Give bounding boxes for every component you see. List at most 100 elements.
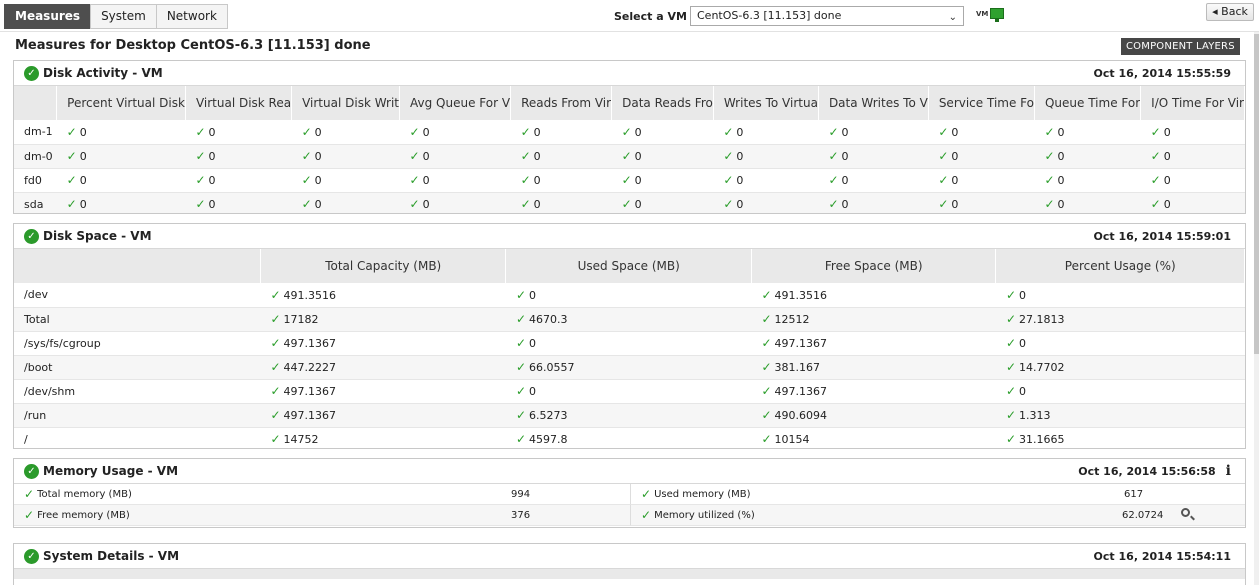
table-cell: ✓ 0 (510, 168, 612, 193)
table-row: /dev ✓ 491.3516 ✓ 0 ✓ 491.3516 ✓ 0 (14, 283, 1245, 308)
check-icon: ✓ (828, 197, 839, 211)
column-header[interactable]: Percent Virtual Disk (56, 86, 186, 120)
cell-value: 0 (79, 174, 87, 187)
check-icon: ✓ (828, 149, 839, 163)
cell-value: 27.1813 (1019, 313, 1065, 326)
table-cell: ✓ 0 (928, 192, 1035, 213)
check-icon: ✓ (270, 360, 281, 374)
scrollbar-thumb[interactable] (1254, 34, 1259, 354)
top-toolbar: Measures System Network Select a VM Cent… (0, 0, 1259, 32)
check-icon: ✓ (641, 487, 652, 501)
column-header[interactable]: Service Time Fo (928, 86, 1035, 120)
table-cell: ✓ 0 (818, 192, 929, 213)
cell-value: 0 (951, 125, 959, 139)
row-name: dm-0 (14, 144, 57, 169)
check-icon: ✓ (1005, 336, 1017, 350)
cell-value: 0 (634, 150, 642, 163)
table-cell: ✓ 0 (399, 120, 511, 145)
memory-usage-panel: ✓ Memory Usage - VM Oct 16, 2014 15:56:5… (13, 458, 1246, 528)
cell-value: 491.3516 (774, 288, 828, 302)
table-cell: ✓ 497.1367 (751, 331, 996, 356)
cell-value: 0 (314, 174, 322, 187)
cell-value: 497.1367 (283, 337, 337, 350)
cell-value: 14752 (283, 433, 319, 446)
cell-value: 0 (1163, 174, 1171, 187)
column-header[interactable]: Writes To Virtua (713, 86, 819, 120)
check-circle-icon: ✓ (24, 228, 39, 244)
column-header[interactable]: Virtual Disk Rea (185, 86, 293, 120)
column-header[interactable]: Data Writes To V (818, 86, 929, 120)
table-cell: ✓ 0 (1140, 168, 1245, 193)
magnifier-icon[interactable] (1181, 508, 1190, 517)
column-header[interactable]: Virtual Disk Writ (291, 86, 401, 120)
column-header[interactable]: Reads From Vir (510, 86, 613, 120)
table-cell: ✓ 0 (713, 120, 819, 145)
cell-value: 497.1367 (774, 385, 828, 398)
vm-select-dropdown[interactable]: CentOS-6.3 [11.153] done ⌄ (690, 6, 964, 26)
cell-value: 0 (533, 150, 541, 163)
column-header[interactable]: Free Space (MB) (751, 249, 997, 283)
check-icon: ✓ (1005, 432, 1017, 446)
cell-value: 0 (634, 174, 642, 187)
check-icon: ✓ (409, 124, 420, 139)
back-button[interactable]: ◂ Back (1206, 3, 1254, 21)
table-cell: ✓ 0 (818, 168, 929, 193)
table-cell: ✓ 0 (291, 168, 400, 193)
tab-system[interactable]: System (90, 4, 157, 29)
check-icon: ✓ (938, 197, 949, 211)
cell-value: 0 (736, 174, 744, 187)
component-layers-button[interactable]: COMPONENT LAYERS (1121, 38, 1240, 55)
cell-value: 0 (529, 288, 537, 302)
check-icon: ✓ (24, 508, 35, 522)
column-header[interactable]: Queue Time For (1034, 86, 1142, 120)
column-header[interactable]: Data Reads Fro (611, 86, 714, 120)
check-icon: ✓ (723, 124, 734, 139)
vm-monitor-button[interactable]: VM (976, 8, 1005, 22)
row-name: /run (14, 403, 261, 428)
check-icon: ✓ (515, 287, 527, 302)
check-circle-icon: ✓ (24, 65, 39, 81)
check-icon: ✓ (195, 149, 206, 163)
panel-timestamp: Oct 16, 2014 15:55:59 (1093, 66, 1231, 80)
table-row: dm-1 ✓ 0 ✓ 0 ✓ 0 ✓ 0 ✓ 0 ✓ 0 ✓ 0 ✓ 0 ✓ 0 ✓ 0 ✓ 0 (14, 120, 1245, 145)
check-icon: ✓ (1150, 124, 1161, 139)
metric-label: Memory utilized (%) (654, 509, 755, 521)
column-header[interactable]: Avg Queue For V (399, 86, 512, 120)
cell-value: 491.3516 (283, 288, 337, 302)
table-cell: ✓ 0 (1034, 192, 1141, 213)
table-cell: ✓ 0 (995, 379, 1245, 404)
check-icon: ✓ (621, 124, 632, 139)
info-icon[interactable]: i (1226, 459, 1231, 484)
table-cell: ✓ 0 (1034, 168, 1141, 193)
column-header[interactable]: Used Space (MB) (505, 249, 752, 283)
panel-header: ✓ Memory Usage - VM Oct 16, 2014 15:56:5… (14, 459, 1245, 484)
table-cell: ✓ 0 (510, 144, 612, 169)
check-icon: ✓ (515, 312, 527, 326)
table-cell: ✓ 0 (818, 144, 929, 169)
panel-title: Disk Space - VM (43, 228, 152, 243)
column-header[interactable]: Total Capacity (MB) (260, 249, 507, 283)
table-cell: ✓ 0 (1034, 120, 1141, 145)
row-name: /sys/fs/cgroup (14, 331, 261, 356)
table-cell: ✓ 0 (611, 120, 714, 145)
check-icon: ✓ (828, 173, 839, 187)
column-header[interactable]: Percent Usage (%) (995, 249, 1245, 283)
tab-network[interactable]: Network (155, 4, 228, 29)
metric-value: 617 (1124, 488, 1144, 500)
vertical-scrollbar[interactable] (1254, 32, 1259, 585)
check-icon: ✓ (409, 197, 420, 211)
tab-measures[interactable]: Measures (4, 4, 92, 29)
cell-value: 4670.3 (529, 313, 568, 326)
check-icon: ✓ (270, 336, 281, 350)
cell-value: 0 (529, 385, 537, 398)
table-cell: ✓ 0 (611, 168, 714, 193)
cell-value: 0 (1019, 385, 1027, 398)
cell-value: 0 (422, 174, 430, 187)
memory-metric-used: ✓ Used memory (MB) 617 (630, 484, 1245, 505)
row-name: /dev (14, 283, 261, 308)
check-icon: ✓ (761, 287, 772, 302)
cell-value: 0 (422, 125, 430, 139)
check-icon: ✓ (761, 384, 772, 398)
column-header[interactable]: I/O Time For Vir (1140, 86, 1245, 120)
cell-value: 0 (736, 198, 744, 211)
